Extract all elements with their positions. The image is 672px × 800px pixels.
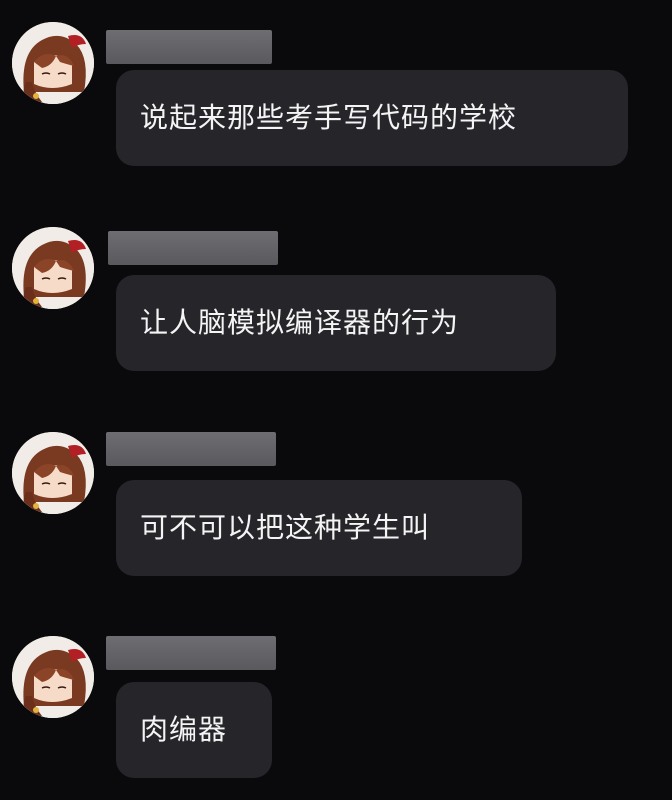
anime-girl-avatar-icon xyxy=(12,432,94,514)
user-avatar[interactable] xyxy=(12,636,94,718)
chat-message: 可不可以把这种学生叫 xyxy=(0,408,672,588)
anime-girl-avatar-icon xyxy=(12,636,94,718)
message-bubble[interactable]: 可不可以把这种学生叫 xyxy=(116,480,522,576)
redacted-sender-name xyxy=(106,636,276,670)
redacted-sender-name xyxy=(106,30,272,64)
user-avatar[interactable] xyxy=(12,22,94,104)
chat-message: 说起来那些考手写代码的学校 xyxy=(0,0,672,180)
chat-thread: 说起来那些考手写代码的学校 让人脑模拟编译器的行为 可不可以把这种学生叫 肉编器 xyxy=(0,0,672,800)
message-bubble[interactable]: 说起来那些考手写代码的学校 xyxy=(116,70,628,166)
redacted-sender-name xyxy=(106,432,276,466)
message-bubble[interactable]: 让人脑模拟编译器的行为 xyxy=(116,275,556,371)
anime-girl-avatar-icon xyxy=(12,22,94,104)
anime-girl-avatar-icon xyxy=(12,227,94,309)
chat-message: 肉编器 xyxy=(0,612,672,792)
user-avatar[interactable] xyxy=(12,227,94,309)
chat-message: 让人脑模拟编译器的行为 xyxy=(0,205,672,385)
redacted-sender-name xyxy=(108,231,278,265)
message-bubble[interactable]: 肉编器 xyxy=(116,682,272,778)
user-avatar[interactable] xyxy=(12,432,94,514)
